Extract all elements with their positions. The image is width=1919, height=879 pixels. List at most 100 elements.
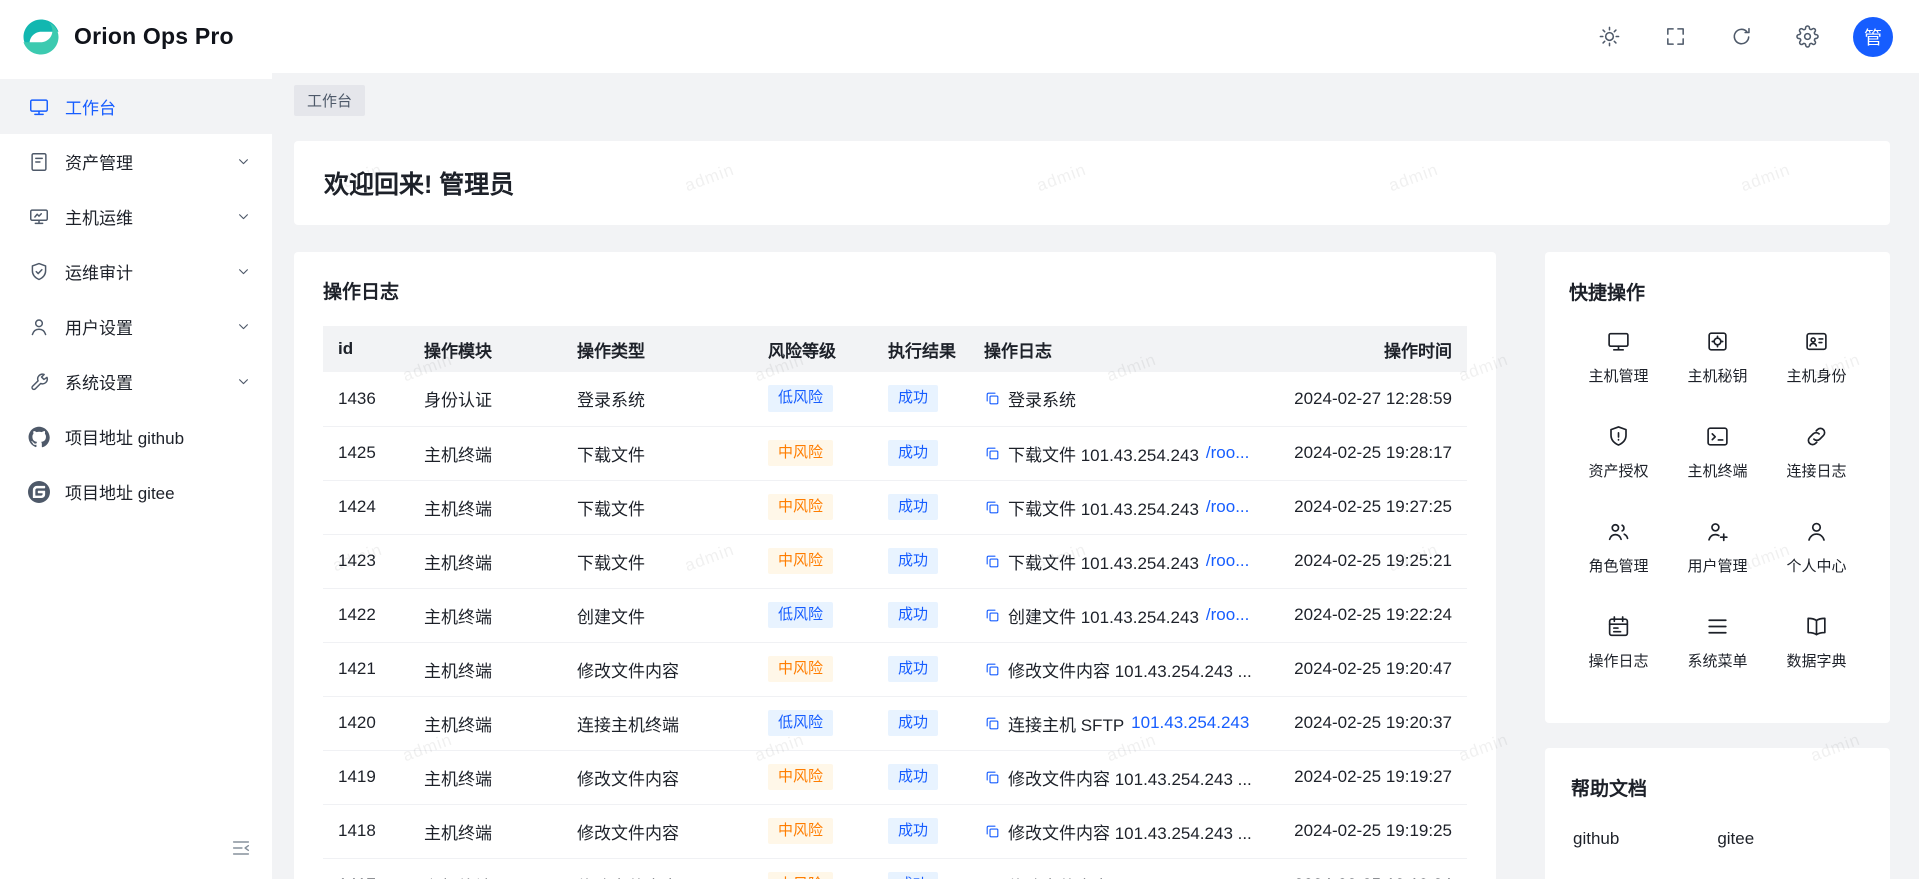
cell-module: 主机终端 — [409, 804, 562, 858]
help-link-github[interactable]: github — [1573, 829, 1619, 849]
cell-risk: 低风险 — [753, 588, 873, 642]
sidebar-item-host-ops[interactable]: 主机运维 — [0, 189, 272, 244]
cell-risk: 中风险 — [753, 642, 873, 696]
log-text: 登录系统 — [1008, 386, 1076, 411]
cell-module: 主机终端 — [409, 426, 562, 480]
sidebar-collapse-icon[interactable] — [230, 837, 252, 859]
sidebar-item-user-settings[interactable]: 用户设置 — [0, 299, 272, 354]
copy-icon[interactable] — [984, 445, 1001, 462]
risk-badge: 低风险 — [768, 385, 833, 412]
quick-action-op-log[interactable]: 操作日志 — [1569, 614, 1668, 671]
top-header: Orion Ops Pro 管 — [0, 0, 1919, 73]
asset-grant-icon — [1606, 424, 1631, 449]
cell-result: 成功 — [873, 858, 969, 879]
log-link[interactable]: /roo... — [1206, 443, 1249, 463]
github-icon — [28, 426, 50, 448]
cell-type: 下载文件 — [562, 426, 753, 480]
cell-log: 修改文件内容 101.43.254.243 ... — [969, 858, 1267, 879]
quick-action-role-manage[interactable]: 角色管理 — [1569, 519, 1668, 576]
system-settings-icon — [28, 371, 50, 393]
table-row: 1423主机终端下载文件中风险成功下载文件 101.43.254.243/roo… — [323, 534, 1467, 588]
help-docs-panel: 帮助文档 github gitee — [1545, 748, 1890, 879]
quick-action-host-manage[interactable]: 主机管理 — [1569, 329, 1668, 386]
copy-icon[interactable] — [984, 553, 1001, 570]
quick-action-label: 主机管理 — [1588, 365, 1648, 386]
log-text: 修改文件内容 101.43.254.243 ... — [1008, 873, 1252, 879]
copy-icon[interactable] — [984, 607, 1001, 624]
user-avatar[interactable]: 管 — [1853, 17, 1893, 57]
sidebar-item-assets[interactable]: 资产管理 — [0, 134, 272, 189]
quick-action-sys-menu[interactable]: 系统菜单 — [1668, 614, 1767, 671]
risk-badge: 中风险 — [768, 548, 833, 575]
cell-module: 身份认证 — [409, 372, 562, 426]
cell-module: 主机终端 — [409, 480, 562, 534]
help-link-gitee[interactable]: gitee — [1717, 829, 1754, 849]
breadcrumb-item-workbench[interactable]: 工作台 — [294, 85, 365, 116]
quick-action-asset-grant[interactable]: 资产授权 — [1569, 424, 1668, 481]
cell-module: 主机终端 — [409, 588, 562, 642]
copy-icon[interactable] — [984, 715, 1001, 732]
copy-icon[interactable] — [984, 499, 1001, 516]
cell-type: 创建文件 — [562, 588, 753, 642]
log-link[interactable]: /roo... — [1206, 551, 1249, 571]
host-ops-icon — [28, 206, 50, 228]
sidebar-item-audit[interactable]: 运维审计 — [0, 244, 272, 299]
quick-action-data-dict[interactable]: 数据字典 — [1767, 614, 1866, 671]
operation-log-table: id操作模块操作类型风险等级执行结果操作日志操作时间 1436身份认证登录系统低… — [323, 326, 1467, 879]
gear-icon[interactable] — [1787, 17, 1827, 57]
risk-badge: 中风险 — [768, 440, 833, 467]
cell-type: 下载文件 — [562, 534, 753, 588]
chevron-down-icon — [235, 263, 252, 280]
copy-icon[interactable] — [984, 661, 1001, 678]
quick-action-profile[interactable]: 个人中心 — [1767, 519, 1866, 576]
log-link[interactable]: /roo... — [1206, 497, 1249, 517]
result-badge: 成功 — [888, 818, 938, 845]
log-text: 修改文件内容 101.43.254.243 ... — [1008, 657, 1252, 682]
audit-icon — [28, 261, 50, 283]
log-panel-title: 操作日志 — [323, 277, 1467, 304]
cell-type: 修改文件内容 — [562, 750, 753, 804]
log-link[interactable]: 101.43.254.243 — [1131, 713, 1249, 733]
refresh-icon[interactable] — [1721, 17, 1761, 57]
sidebar-item-workbench[interactable]: 工作台 — [0, 79, 272, 134]
sidebar-item-label: 运维审计 — [65, 259, 220, 284]
quick-action-user-manage[interactable]: 用户管理 — [1668, 519, 1767, 576]
copy-icon[interactable] — [984, 390, 1001, 407]
sidebar-item-label: 主机运维 — [65, 204, 220, 229]
quick-action-connect-log[interactable]: 连接日志 — [1767, 424, 1866, 481]
column-header: id — [323, 326, 409, 372]
cell-module: 主机终端 — [409, 534, 562, 588]
cell-time: 2024-02-25 19:19:25 — [1267, 804, 1467, 858]
copy-icon[interactable] — [984, 769, 1001, 786]
sidebar-item-system-settings[interactable]: 系统设置 — [0, 354, 272, 409]
log-table-body: 1436身份认证登录系统低风险成功登录系统2024-02-27 12:28:59… — [323, 372, 1467, 879]
table-row: 1417主机终端修改文件内容中风险成功修改文件内容 101.43.254.243… — [323, 858, 1467, 879]
user-settings-icon — [28, 316, 50, 338]
sys-menu-icon — [1705, 614, 1730, 639]
help-docs-title: 帮助文档 — [1571, 774, 1864, 801]
risk-badge: 中风险 — [768, 656, 833, 683]
breadcrumb: 工作台 — [294, 83, 1890, 117]
sidebar-item-gitee[interactable]: 项目地址 gitee — [0, 464, 272, 519]
result-badge: 成功 — [888, 710, 938, 737]
cell-id: 1424 — [323, 480, 409, 534]
cell-risk: 中风险 — [753, 534, 873, 588]
quick-action-host-key[interactable]: 主机秘钥 — [1668, 329, 1767, 386]
log-link[interactable]: /roo... — [1206, 605, 1249, 625]
fullscreen-icon[interactable] — [1655, 17, 1695, 57]
cell-time: 2024-02-25 19:19:24 — [1267, 858, 1467, 879]
sun-icon[interactable] — [1589, 17, 1629, 57]
cell-result: 成功 — [873, 696, 969, 750]
cell-result: 成功 — [873, 426, 969, 480]
risk-badge: 低风险 — [768, 710, 833, 737]
operation-log-panel: 操作日志 id操作模块操作类型风险等级执行结果操作日志操作时间 1436身份认证… — [294, 252, 1496, 879]
quick-action-host-terminal[interactable]: 主机终端 — [1668, 424, 1767, 481]
quick-action-label: 资产授权 — [1588, 460, 1648, 481]
quick-action-host-identity[interactable]: 主机身份 — [1767, 329, 1866, 386]
column-header: 操作日志 — [969, 326, 1267, 372]
sidebar-item-github[interactable]: 项目地址 github — [0, 409, 272, 464]
topbar-actions: 管 — [1589, 17, 1893, 57]
connect-log-icon — [1804, 424, 1829, 449]
copy-icon[interactable] — [984, 823, 1001, 840]
quick-action-label: 主机终端 — [1687, 460, 1747, 481]
